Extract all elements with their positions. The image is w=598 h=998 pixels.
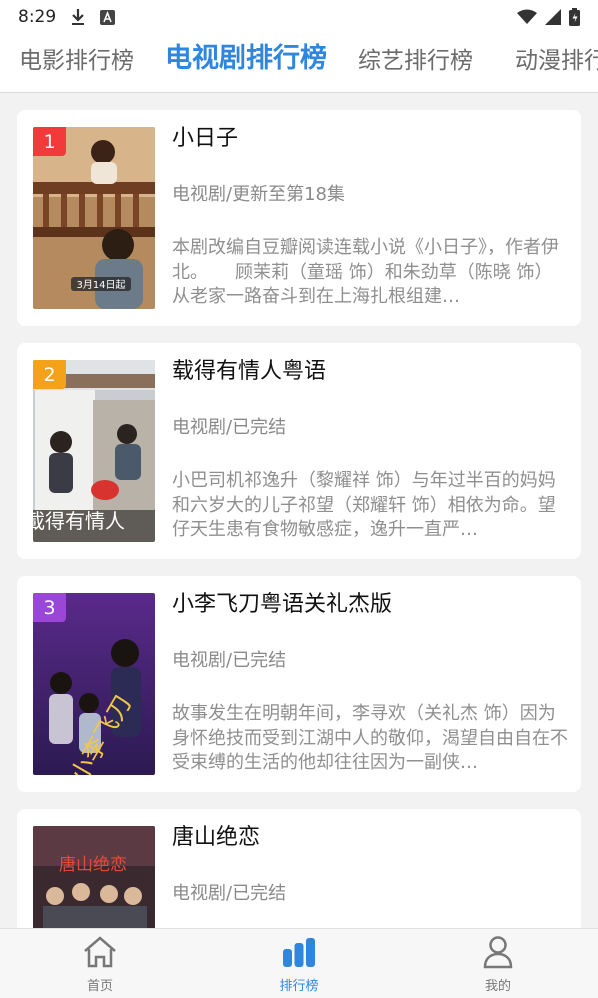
category-tab-bar: 电影排行榜 电视剧排行榜 综艺排行榜 动漫排行榜 — [0, 34, 598, 93]
user-icon — [480, 935, 516, 969]
nav-ranking-label: 排行榜 — [279, 979, 319, 994]
list-item[interactable]: 唐山绝恋 唐山绝恋 电视剧/已完结 — [17, 809, 581, 928]
tab-variety-ranking[interactable]: 综艺排行榜 — [358, 46, 473, 76]
item-title: 唐山绝恋 — [172, 825, 261, 850]
item-meta: 电视剧/更新至第18集 — [172, 184, 345, 205]
item-description: 故事发生在明朝年间，李寻欢（关礼杰 饰）因为身怀绝技而受到江湖中人的敬仰，渴望自… — [172, 703, 568, 773]
nav-me[interactable]: 我的 — [438, 929, 558, 998]
tab-tv-ranking[interactable]: 电视剧排行榜 — [165, 44, 327, 74]
home-icon — [82, 935, 118, 969]
nav-me-label: 我的 — [484, 979, 511, 994]
item-description: 小巴司机祁逸升（黎耀祥 饰）与年过半百的妈妈和六岁大的儿子祁望（郑耀轩 饰）相依… — [172, 470, 556, 540]
nav-home[interactable]: 首页 — [40, 929, 160, 998]
item-description: 本剧改编自豆瓣阅读连载小说《小日子》，作者伊北。 顾茉莉（童瑶 饰）和朱劲草（陈… — [172, 237, 559, 307]
list-item[interactable]: 3月14日起 1 小日子 电视剧/更新至第18集 本剧改编自豆瓣阅读连载小说《小… — [17, 110, 581, 326]
bottom-navigation: 首页 排行榜 我的 — [0, 928, 598, 998]
svg-text:唐山绝恋: 唐山绝恋 — [59, 854, 127, 875]
download-icon — [70, 8, 86, 26]
item-title: 小李飞刀粤语关礼杰版 — [172, 592, 393, 617]
svg-text:載得有情人: 載得有情人 — [33, 509, 125, 533]
bar-chart-icon — [281, 935, 317, 969]
battery-icon — [569, 8, 580, 26]
nav-home-label: 首页 — [86, 979, 113, 994]
status-time: 8:29 — [18, 7, 57, 27]
item-meta: 电视剧/已完结 — [172, 883, 287, 904]
item-title: 小日子 — [172, 126, 239, 151]
item-title: 载得有情人粤语 — [172, 359, 327, 384]
poster-image: 唐山绝恋 — [33, 826, 155, 928]
app-notification-icon — [100, 9, 116, 25]
nav-ranking[interactable]: 排行榜 — [239, 929, 359, 998]
item-meta: 电视剧/已完结 — [172, 650, 287, 671]
rank-badge: 2 — [33, 360, 66, 389]
item-meta: 电视剧/已完结 — [172, 417, 287, 438]
list-item[interactable]: 小李飞刀 3 小李飞刀粤语关礼杰版 电视剧/已完结 故事发生在明朝年间，李寻欢（… — [17, 576, 581, 792]
list-item[interactable]: 載得有情人 2 载得有情人粤语 电视剧/已完结 小巴司机祁逸升（黎耀祥 饰）与年… — [17, 343, 581, 559]
signal-icon — [545, 9, 561, 25]
ranking-list: 3月14日起 1 小日子 电视剧/更新至第18集 本剧改编自豆瓣阅读连载小说《小… — [0, 93, 598, 928]
tab-movie-ranking[interactable]: 电影排行榜 — [19, 46, 134, 76]
wifi-icon — [517, 9, 537, 25]
rank-badge: 3 — [33, 593, 66, 622]
svg-text:3月14日起: 3月14日起 — [76, 279, 125, 291]
status-bar: 8:29 — [0, 0, 598, 34]
tab-anime-ranking[interactable]: 动漫排行榜 — [515, 46, 598, 76]
rank-badge: 1 — [33, 127, 66, 156]
